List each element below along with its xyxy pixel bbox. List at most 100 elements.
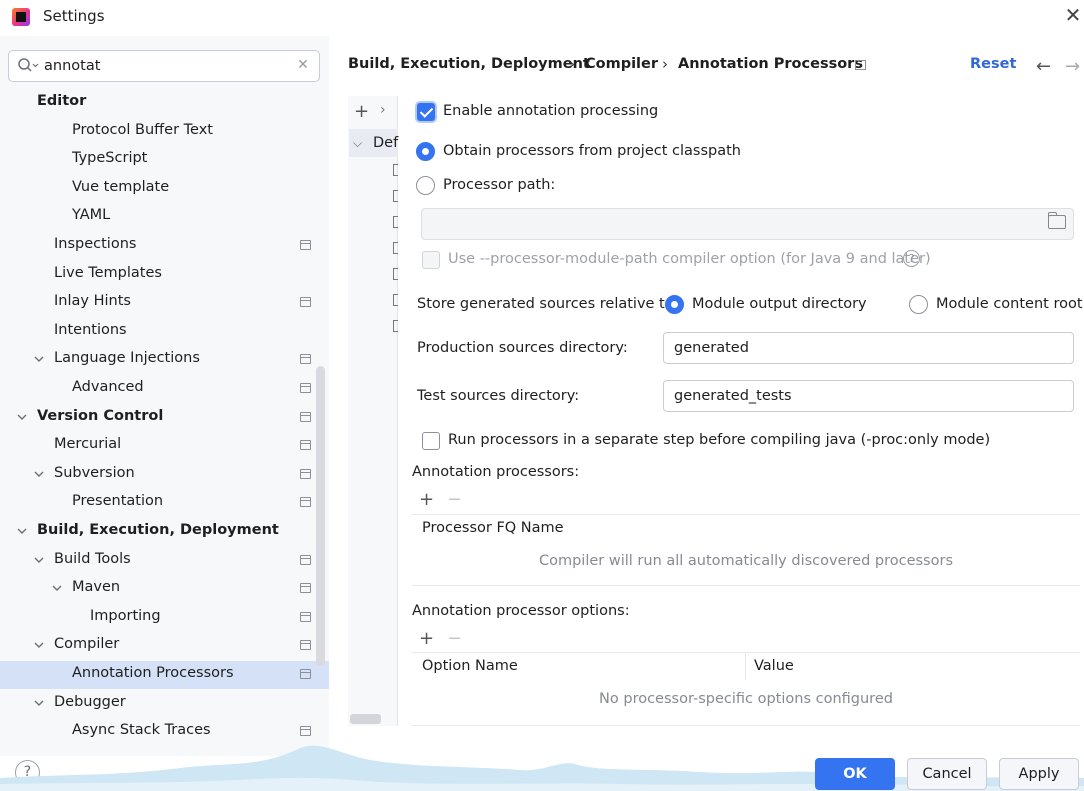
tree-item-label: Language Injections bbox=[54, 350, 200, 366]
column-divider[interactable] bbox=[745, 654, 746, 680]
enable-annotation-processing-checkbox[interactable] bbox=[417, 103, 435, 121]
processor-path-radio[interactable] bbox=[416, 176, 435, 195]
apply-button[interactable]: Apply bbox=[999, 758, 1079, 790]
processor-path-field[interactable] bbox=[421, 208, 1074, 240]
tree-item-build-tools[interactable]: Build Tools bbox=[0, 547, 329, 575]
tree-item-editor[interactable]: Editor bbox=[0, 89, 329, 117]
tree-item-advanced[interactable]: Advanced bbox=[0, 375, 329, 403]
help-circle-icon[interactable]: ? bbox=[903, 250, 920, 267]
cancel-button[interactable]: Cancel bbox=[907, 758, 987, 790]
tree-item-label: Mercurial bbox=[54, 436, 122, 452]
project-level-icon bbox=[300, 640, 311, 650]
reset-link[interactable]: Reset bbox=[970, 56, 1016, 72]
chevron-down-icon[interactable] bbox=[15, 410, 29, 424]
add-profile-icon[interactable]: + bbox=[354, 101, 369, 122]
production-sources-field[interactable] bbox=[663, 332, 1074, 364]
breadcrumb-item-compiler[interactable]: Compiler bbox=[585, 56, 658, 72]
run-separate-step-label[interactable]: Run processors in a separate step before… bbox=[448, 432, 990, 448]
option-name-column[interactable]: Option Name bbox=[422, 658, 518, 674]
tree-item-label: Presentation bbox=[72, 493, 164, 509]
chevron-down-icon[interactable] bbox=[32, 352, 46, 366]
clear-search-icon[interactable]: ✕ bbox=[296, 56, 310, 74]
module-row-icon bbox=[393, 268, 398, 280]
tree-item-label: Inspections bbox=[54, 236, 137, 252]
tree-item-maven[interactable]: Maven bbox=[0, 575, 329, 603]
run-separate-step-checkbox[interactable] bbox=[422, 432, 440, 450]
chevron-down-icon[interactable] bbox=[32, 638, 46, 652]
tree-item-label: Intentions bbox=[54, 322, 127, 338]
test-sources-label: Test sources directory: bbox=[417, 388, 580, 404]
tree-item-label: TypeScript bbox=[72, 150, 148, 166]
module-row-icon bbox=[393, 216, 398, 228]
module-row-icon bbox=[393, 294, 398, 306]
tree-item-compiler[interactable]: Compiler bbox=[0, 632, 329, 660]
remove-processor-icon[interactable]: − bbox=[447, 489, 462, 510]
tree-item-mercurial[interactable]: Mercurial bbox=[0, 432, 329, 460]
tree-item-yaml[interactable]: YAML bbox=[0, 203, 329, 231]
tree-item-label: Maven bbox=[72, 579, 121, 595]
tree-scrollbar[interactable] bbox=[316, 366, 325, 666]
tree-item-presentation[interactable]: Presentation bbox=[0, 489, 329, 517]
tree-item-language-injections[interactable]: Language Injections bbox=[0, 346, 329, 374]
chevron-down-icon[interactable]: ⌵ bbox=[353, 136, 362, 151]
chevron-right-icon[interactable]: › bbox=[380, 102, 386, 118]
profile-default-label[interactable]: Def bbox=[373, 135, 398, 151]
module-output-directory-radio[interactable] bbox=[665, 295, 684, 314]
tree-item-label: Async Stack Traces bbox=[72, 722, 211, 738]
module-path-option-checkbox[interactable] bbox=[422, 251, 440, 269]
chevron-down-icon[interactable] bbox=[32, 553, 46, 567]
breadcrumb-item-build[interactable]: Build, Execution, Deployment bbox=[348, 56, 590, 72]
search-input[interactable] bbox=[44, 56, 284, 76]
tree-item-label: Importing bbox=[90, 608, 161, 624]
module-row-icon bbox=[393, 320, 398, 332]
tree-item-importing[interactable]: Importing bbox=[0, 604, 329, 632]
processor-fq-name-column[interactable]: Processor FQ Name bbox=[422, 520, 564, 536]
close-icon[interactable]: ✕ bbox=[1063, 4, 1083, 26]
forward-arrow-icon[interactable]: → bbox=[1065, 56, 1080, 77]
tree-item-intentions[interactable]: Intentions bbox=[0, 318, 329, 346]
chevron-down-icon[interactable] bbox=[32, 467, 46, 481]
chevron-down-icon[interactable] bbox=[15, 524, 29, 538]
value-column[interactable]: Value bbox=[754, 658, 794, 674]
enable-annotation-processing-label[interactable]: Enable annotation processing bbox=[443, 103, 658, 119]
module-row-icon bbox=[393, 164, 398, 176]
tree-item-debugger[interactable]: Debugger bbox=[0, 690, 329, 718]
project-level-icon bbox=[300, 612, 311, 622]
add-option-icon[interactable]: + bbox=[419, 628, 434, 649]
tree-item-annotation-processors[interactable]: Annotation Processors bbox=[0, 661, 329, 689]
chevron-down-icon[interactable] bbox=[32, 696, 46, 710]
tree-item-subversion[interactable]: Subversion bbox=[0, 461, 329, 489]
project-level-icon bbox=[300, 240, 311, 250]
folder-icon[interactable] bbox=[1048, 212, 1066, 229]
project-level-icon bbox=[300, 383, 311, 393]
module-path-option-label: Use --processor-module-path compiler opt… bbox=[448, 251, 931, 267]
add-processor-icon[interactable]: + bbox=[419, 489, 434, 510]
breadcrumb-separator: › bbox=[662, 55, 668, 73]
tree-item-inlay-hints[interactable]: Inlay Hints bbox=[0, 289, 329, 317]
tree-item-label: Build Tools bbox=[54, 551, 131, 567]
remove-option-icon[interactable]: − bbox=[447, 628, 462, 649]
obtain-from-classpath-radio[interactable] bbox=[416, 142, 435, 161]
tree-item-build-execution-deployment[interactable]: Build, Execution, Deployment bbox=[0, 518, 329, 546]
project-level-icon bbox=[300, 497, 311, 507]
back-arrow-icon[interactable]: ← bbox=[1036, 56, 1051, 77]
project-level-icon bbox=[300, 469, 311, 479]
test-sources-field[interactable] bbox=[663, 380, 1074, 412]
tree-item-vue-template[interactable]: Vue template bbox=[0, 175, 329, 203]
processor-path-label[interactable]: Processor path: bbox=[443, 177, 555, 193]
tree-item-inspections[interactable]: Inspections bbox=[0, 232, 329, 260]
tree-item-live-templates[interactable]: Live Templates bbox=[0, 261, 329, 289]
options-empty-text: No processor-specific options configured bbox=[599, 691, 893, 707]
module-content-root-label[interactable]: Module content root bbox=[936, 296, 1083, 312]
ok-button[interactable]: OK bbox=[815, 758, 895, 790]
tree-item-label: Debugger bbox=[54, 694, 126, 710]
tree-item-version-control[interactable]: Version Control bbox=[0, 404, 329, 432]
module-row-icon bbox=[393, 190, 398, 202]
module-output-directory-label[interactable]: Module output directory bbox=[692, 296, 867, 312]
tree-item-typescript[interactable]: TypeScript bbox=[0, 146, 329, 174]
module-content-root-radio[interactable] bbox=[909, 295, 928, 314]
tree-item-protocol-buffer-text[interactable]: Protocol Buffer Text bbox=[0, 118, 329, 146]
profiles-scrollbar[interactable] bbox=[350, 714, 381, 724]
chevron-down-icon[interactable] bbox=[50, 581, 64, 595]
obtain-from-classpath-label[interactable]: Obtain processors from project classpath bbox=[443, 143, 741, 159]
